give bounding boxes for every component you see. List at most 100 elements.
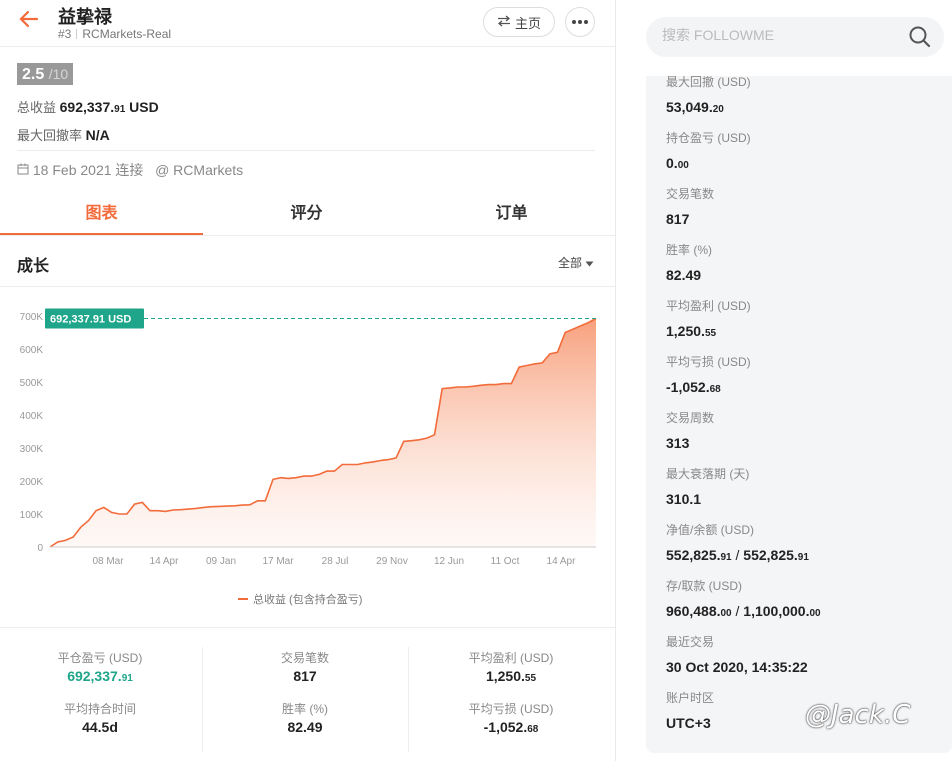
stat-item: 存/取款 (USD) 960,488.00 / 1,100,000.00 xyxy=(666,577,821,619)
stat-value-dec: 55 xyxy=(704,328,717,339)
stat-item: 净值/余额 (USD) 552,825.91 / 552,825.91 xyxy=(666,521,809,563)
stat-value: -1,052.68 xyxy=(666,379,751,395)
max-drawdown-line: 最大回撤率 N/A xyxy=(17,125,110,144)
stat-value: 552,825.91 / 552,825.91 xyxy=(666,547,809,563)
home-button[interactable]: 主页 xyxy=(483,7,555,37)
stat-value: 53,049.20 xyxy=(666,99,751,115)
y-tick-label: 400K xyxy=(20,411,44,422)
search-box[interactable] xyxy=(646,17,944,57)
stat-value-dec: 00 xyxy=(720,608,732,619)
trader-profile-pane: 益挚禄 #3 RCMarkets-Real 主页 2.5 /10 总收益 692,… xyxy=(0,0,615,761)
stat-item: 胜率 (%) 82.49 xyxy=(666,241,712,283)
max-drawdown-value: N/A xyxy=(85,127,110,143)
stat-value: 960,488.00 / 1,100,000.00 xyxy=(666,603,821,619)
x-tick-label: 14 Apr xyxy=(150,556,180,567)
arrow-left-icon[interactable] xyxy=(18,8,48,36)
stat-value: UTC+3 xyxy=(666,715,714,731)
bottom-stat-int: -1,052. xyxy=(483,719,528,735)
rank-separator xyxy=(76,29,78,39)
stat-value-int: 0. xyxy=(666,155,678,171)
tabs-divider xyxy=(0,235,615,236)
tab-rating[interactable]: 评分 xyxy=(205,199,408,223)
bottom-stat-label: 平均持合时间 xyxy=(63,702,136,716)
growth-chart: 0 100K 200K 300K 400K 500K 600K 700K 08 Mar 14 A… xyxy=(20,308,597,606)
stat-label: 最大回撤 (USD) xyxy=(666,76,751,89)
stat-value: 82.49 xyxy=(666,267,712,283)
account-stats-pane: 最大回撤 (USD)53,049.20持仓盈亏 (USD)0.00交易笔数817… xyxy=(616,0,952,761)
connection-meta: 18 Feb 2021 连接 @ RCMarkets xyxy=(17,160,243,180)
stat-item: 交易周数 313 xyxy=(666,409,714,451)
x-tick-label: 08 Mar xyxy=(92,556,124,567)
broker-account: RCMarkets-Real xyxy=(82,27,172,41)
y-tick-label: 700K xyxy=(20,312,44,323)
y-axis: 0 100K 200K 300K 400K 500K 600K 700K xyxy=(20,312,44,554)
stat-label: 平均盈利 (USD) xyxy=(666,299,751,313)
stat-value-int: 310.1 xyxy=(666,491,702,507)
stat-label: 交易笔数 xyxy=(666,187,715,201)
stat-value-int: UTC+3 xyxy=(666,715,711,731)
stat-value: 0.00 xyxy=(666,155,751,171)
total-profit-dec: 91 xyxy=(114,104,126,115)
bottom-stat-label: 平均盈利 (USD) xyxy=(468,651,554,665)
stat-label: 净值/余额 (USD) xyxy=(666,523,754,537)
stat-label: 账户时区 xyxy=(666,691,715,705)
stats-col-sep-1 xyxy=(202,647,203,752)
stat-value-dec: 00 xyxy=(677,160,689,171)
stat-value-int-2: 1,100,000. xyxy=(743,603,810,619)
chart-legend: 总收益 (包含持合盈亏) xyxy=(238,592,362,606)
total-profit-unit: USD xyxy=(129,99,159,115)
stats-divider xyxy=(0,627,615,628)
stat-item: 最近交易 30 Oct 2020, 14:35:22 xyxy=(666,633,808,675)
score-badge: 2.5 /10 xyxy=(17,63,74,85)
bottom-stat-value: -1,052.68 xyxy=(411,719,611,735)
stat-value-int: 552,825. xyxy=(666,547,721,563)
score-value: 2.5 xyxy=(22,66,45,83)
bottom-stat-label: 平仓盈亏 (USD) xyxy=(57,651,143,665)
bottom-stat-label: 平均亏损 (USD) xyxy=(468,702,554,716)
home-button-label: 主页 xyxy=(514,15,541,31)
y-tick-label: 0 xyxy=(37,543,43,554)
stat-value-dec: 68 xyxy=(709,384,721,395)
growth-divider xyxy=(0,286,615,287)
growth-area-fill xyxy=(50,318,596,547)
stat-item: 最大衰落期 (天) 310.1 xyxy=(666,465,749,507)
bottom-stat-value: 44.5d xyxy=(0,719,200,735)
legend-label: 总收益 (包含持合盈亏) xyxy=(253,592,362,606)
growth-title: 成长 xyxy=(17,258,50,275)
watermark: @Jack.C xyxy=(805,700,911,730)
bottom-stat-value: 692,337.91 xyxy=(0,668,200,684)
ellipsis-icon[interactable] xyxy=(565,7,595,37)
search-input[interactable] xyxy=(662,27,892,43)
stat-value: 310.1 xyxy=(666,491,749,507)
rank-value: #3 xyxy=(58,27,72,41)
y-tick-label: 600K xyxy=(20,345,44,356)
stat-value-int: 82.49 xyxy=(666,267,702,283)
stat-value-int: 960,488. xyxy=(666,603,721,619)
stat-value-dec-2: 00 xyxy=(809,608,821,619)
stat-item: 持仓盈亏 (USD) 0.00 xyxy=(666,129,751,171)
summary-divider xyxy=(17,150,595,151)
stat-item: 账户时区 UTC+3 xyxy=(666,689,714,731)
current-value-tag: 692,337.91 USD xyxy=(45,308,144,329)
max-drawdown-label: 最大回撤率 xyxy=(17,128,83,143)
x-tick-label: 29 Nov xyxy=(376,556,408,567)
stat-label: 最大衰落期 (天) xyxy=(666,467,750,481)
tab-orders[interactable]: 订单 xyxy=(410,199,613,223)
search-icon[interactable] xyxy=(908,25,932,49)
connected-date: 18 Feb 2021 连接 xyxy=(32,162,144,178)
stat-label: 最近交易 xyxy=(666,635,715,649)
x-tick-label: 14 Apr xyxy=(547,556,577,567)
tab-chart[interactable]: 图表 xyxy=(0,199,203,223)
total-profit-line: 总收益 692,337.91 USD xyxy=(17,97,159,116)
current-value-label: 692,337.91 USD xyxy=(50,314,131,326)
bottom-stat-int: 1,250. xyxy=(485,668,525,684)
caret-down-icon xyxy=(585,256,594,270)
range-select[interactable]: 全部 xyxy=(558,254,594,271)
stat-value-int: 53,049. xyxy=(666,99,713,115)
account-stats-panel: 最大回撤 (USD) 53,049.20 持仓盈亏 (USD) 0.00 交易笔数 817… xyxy=(646,76,952,753)
bottom-stat-int: 44.5d xyxy=(82,719,118,735)
stat-value-dec: 20 xyxy=(712,104,724,115)
x-tick-label: 09 Jan xyxy=(206,556,236,567)
range-select-value: 全部 xyxy=(558,256,583,270)
stat-value-int: 313 xyxy=(666,435,690,451)
